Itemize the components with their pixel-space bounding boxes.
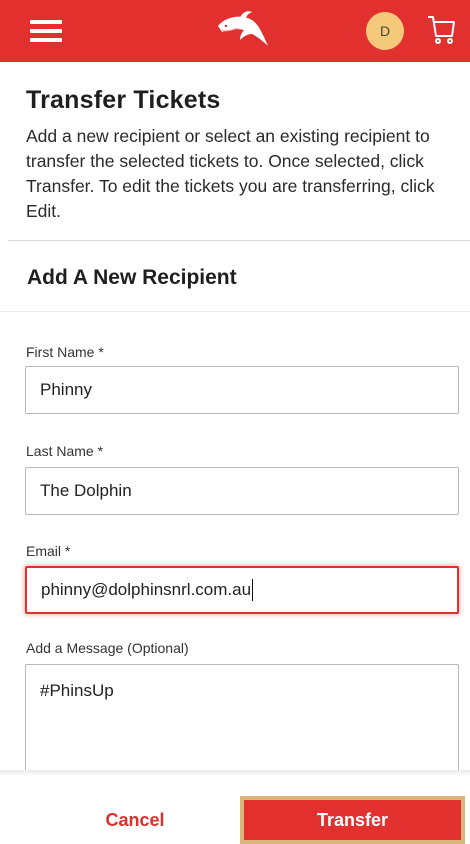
user-avatar[interactable]: D bbox=[366, 12, 404, 50]
first-name-label: First Name * bbox=[26, 344, 104, 360]
section-title: Add A New Recipient bbox=[27, 266, 237, 289]
message-label: Add a Message (Optional) bbox=[26, 640, 189, 656]
transfer-button-label: Transfer bbox=[244, 800, 461, 840]
message-textarea[interactable]: #PhinsUp bbox=[25, 664, 459, 774]
hamburger-menu-icon[interactable] bbox=[30, 20, 62, 42]
dolphin-logo-icon[interactable] bbox=[212, 6, 274, 54]
page-title: Transfer Tickets bbox=[26, 86, 221, 114]
divider bbox=[0, 311, 470, 312]
shopping-cart-icon[interactable] bbox=[426, 14, 456, 46]
last-name-value: The Dolphin bbox=[40, 481, 132, 500]
message-value: #PhinsUp bbox=[40, 681, 114, 700]
avatar-initial: D bbox=[379, 23, 391, 39]
last-name-field[interactable]: The Dolphin bbox=[25, 467, 459, 515]
email-label: Email * bbox=[26, 543, 71, 559]
email-value: phinny@dolphinsnrl.com.au bbox=[41, 580, 252, 599]
text-cursor bbox=[252, 579, 254, 601]
email-field[interactable]: phinny@dolphinsnrl.com.au bbox=[25, 566, 459, 614]
divider bbox=[8, 240, 470, 241]
first-name-field[interactable]: Phinny bbox=[25, 366, 459, 414]
transfer-button[interactable]: Transfer bbox=[240, 796, 465, 844]
last-name-label: Last Name * bbox=[26, 443, 104, 459]
scroll-fade bbox=[0, 770, 470, 776]
intro-text: Add a new recipient or select an existin… bbox=[26, 126, 435, 221]
cancel-button[interactable]: Cancel bbox=[60, 800, 210, 840]
first-name-value: Phinny bbox=[40, 380, 92, 399]
top-navigation-bar: D bbox=[0, 0, 470, 62]
